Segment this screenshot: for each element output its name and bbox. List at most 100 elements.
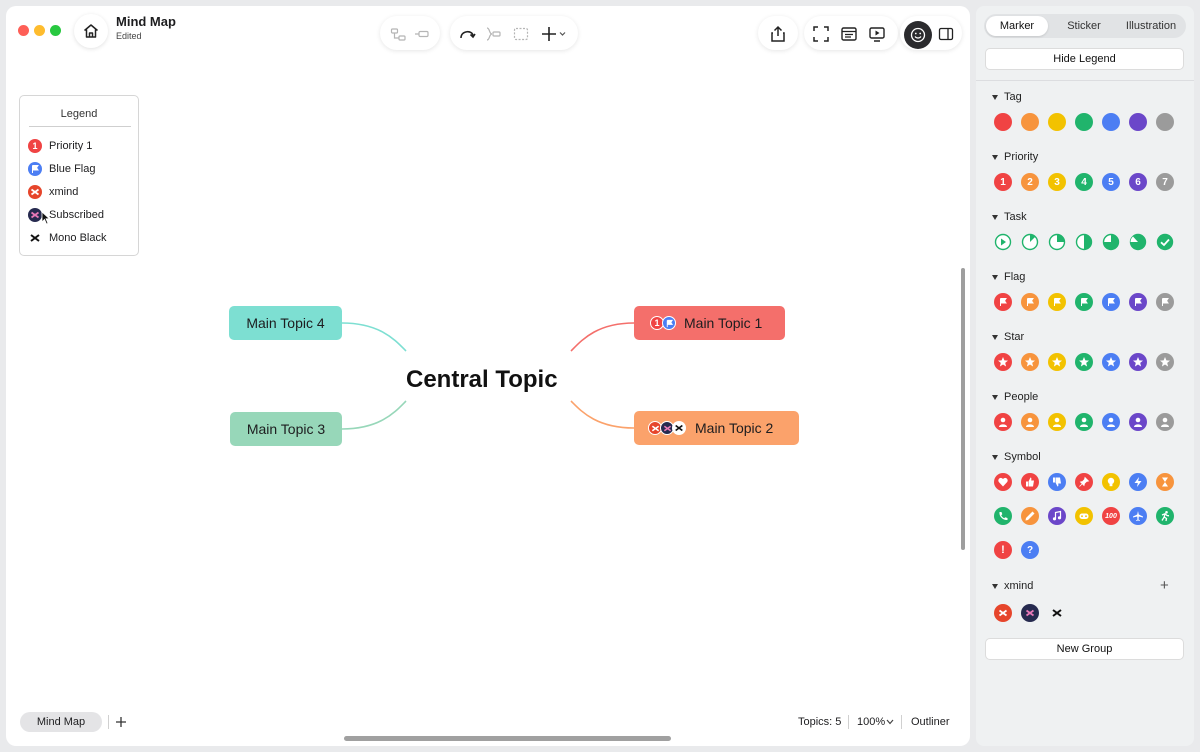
lightning-icon[interactable] [1129,473,1147,491]
heart-icon[interactable] [994,473,1012,491]
mono-black-icon[interactable] [1048,604,1066,622]
priority-2-marker[interactable]: 2 [1021,173,1039,191]
people-purple-marker[interactable] [1129,413,1147,431]
tab-marker[interactable]: Marker [986,16,1048,36]
disclosure-triangle-icon [992,214,998,220]
priority-1-marker[interactable]: 1 [994,173,1012,191]
tab-illustration[interactable]: Illustration [1118,16,1184,36]
group-flag-header[interactable]: Flag [992,271,1025,283]
star-gray-marker[interactable] [1156,353,1174,371]
horizontal-scrollbar[interactable] [344,736,671,741]
sheet-tab-mind-map[interactable]: Mind Map [20,712,102,732]
music-note-icon[interactable] [1048,507,1066,525]
tag-red-marker[interactable] [994,113,1012,131]
marker-panel: Marker Sticker Illustration Hide Legend … [976,6,1194,746]
topics-count: Topics: 5 [798,716,842,728]
group-priority-header[interactable]: Priority [992,151,1038,163]
main-topic-4[interactable]: Main Topic 4 [229,306,342,340]
pencil-icon[interactable] [1021,507,1039,525]
star-purple-marker[interactable] [1129,353,1147,371]
subscribed-icon[interactable] [1021,604,1039,622]
group-task-header[interactable]: Task [992,211,1027,223]
thumbs-up-icon[interactable] [1021,473,1039,491]
phone-icon[interactable] [994,507,1012,525]
task-3-8-marker[interactable] [1048,233,1066,251]
people-gray-marker[interactable] [1156,413,1174,431]
main-topic-3[interactable]: Main Topic 3 [230,412,342,446]
mono-black-icon[interactable] [672,421,686,435]
star-green-marker[interactable] [1075,353,1093,371]
hide-legend-button[interactable]: Hide Legend [985,48,1184,70]
lightbulb-icon[interactable] [1102,473,1120,491]
main-topic-1[interactable]: 1 Main Topic 1 [634,306,785,340]
star-orange-marker[interactable] [1021,353,1039,371]
star-blue-marker[interactable] [1102,353,1120,371]
panel-divider [976,80,1194,81]
star-red-marker[interactable] [994,353,1012,371]
panel-tabs: Marker Sticker Illustration [984,14,1186,38]
group-tag-header[interactable]: Tag [992,91,1022,103]
tag-yellow-marker[interactable] [1048,113,1066,131]
priority-4-marker[interactable]: 4 [1075,173,1093,191]
tag-gray-marker[interactable] [1156,113,1174,131]
star-yellow-marker[interactable] [1048,353,1066,371]
footer-divider [108,715,109,729]
people-red-marker[interactable] [994,413,1012,431]
task-done-marker[interactable] [1156,233,1174,251]
group-people-header[interactable]: People [992,391,1038,403]
chevron-down-icon[interactable] [886,719,894,725]
tag-purple-marker[interactable] [1129,113,1147,131]
flag-red-marker[interactable] [994,293,1012,311]
running-icon[interactable] [1156,507,1174,525]
flag-yellow-marker[interactable] [1048,293,1066,311]
tag-blue-marker[interactable] [1102,113,1120,131]
disclosure-triangle-icon [992,583,998,589]
flag-gray-marker[interactable] [1156,293,1174,311]
priority-3-marker[interactable]: 3 [1048,173,1066,191]
airplane-icon[interactable] [1129,507,1147,525]
zoom-level[interactable]: 100% [857,716,885,728]
group-star-header[interactable]: Star [992,331,1024,343]
flag-orange-marker[interactable] [1021,293,1039,311]
add-sheet-button[interactable] [112,713,130,731]
group-xmind-header[interactable]: xmind [992,580,1033,592]
task-half-marker[interactable] [1075,233,1093,251]
tag-orange-marker[interactable] [1021,113,1039,131]
task-1-8-marker[interactable] [1021,233,1039,251]
footer-divider [901,715,902,729]
blue-flag-icon[interactable] [662,316,676,330]
hourglass-icon[interactable] [1156,473,1174,491]
vertical-scrollbar[interactable] [961,268,965,550]
tag-green-marker[interactable] [1075,113,1093,131]
thumbs-down-icon[interactable] [1048,473,1066,491]
central-topic[interactable]: Central Topic [406,366,558,394]
add-marker-button[interactable]: + [1160,577,1169,594]
people-orange-marker[interactable] [1021,413,1039,431]
flag-blue-marker[interactable] [1102,293,1120,311]
task-7-8-marker[interactable] [1129,233,1147,251]
task-5-8-marker[interactable] [1102,233,1120,251]
disclosure-triangle-icon [992,334,998,340]
people-green-marker[interactable] [1075,413,1093,431]
game-controller-icon[interactable] [1075,507,1093,525]
flag-green-marker[interactable] [1075,293,1093,311]
new-group-button[interactable]: New Group [985,638,1184,660]
flag-purple-marker[interactable] [1129,293,1147,311]
priority-5-marker[interactable]: 5 [1102,173,1120,191]
main-topic-2[interactable]: Main Topic 2 [634,411,799,445]
people-yellow-marker[interactable] [1048,413,1066,431]
exclamation-icon[interactable]: ! [994,541,1012,559]
people-blue-marker[interactable] [1102,413,1120,431]
question-icon[interactable]: ? [1021,541,1039,559]
priority-6-marker[interactable]: 6 [1129,173,1147,191]
task-start-marker[interactable] [994,233,1012,251]
group-symbol-header[interactable]: Symbol [992,451,1041,463]
hundred-points-icon[interactable]: 100 [1102,507,1120,525]
priority-7-marker[interactable]: 7 [1156,173,1174,191]
xmind-logo-icon[interactable] [994,604,1012,622]
plus-icon [116,717,126,727]
pin-icon[interactable] [1075,473,1093,491]
main-window: Mind Map Edited Legend 1 Priority 1 Blue… [6,6,970,746]
tab-sticker[interactable]: Sticker [1054,16,1114,36]
outliner-button[interactable]: Outliner [911,716,950,728]
